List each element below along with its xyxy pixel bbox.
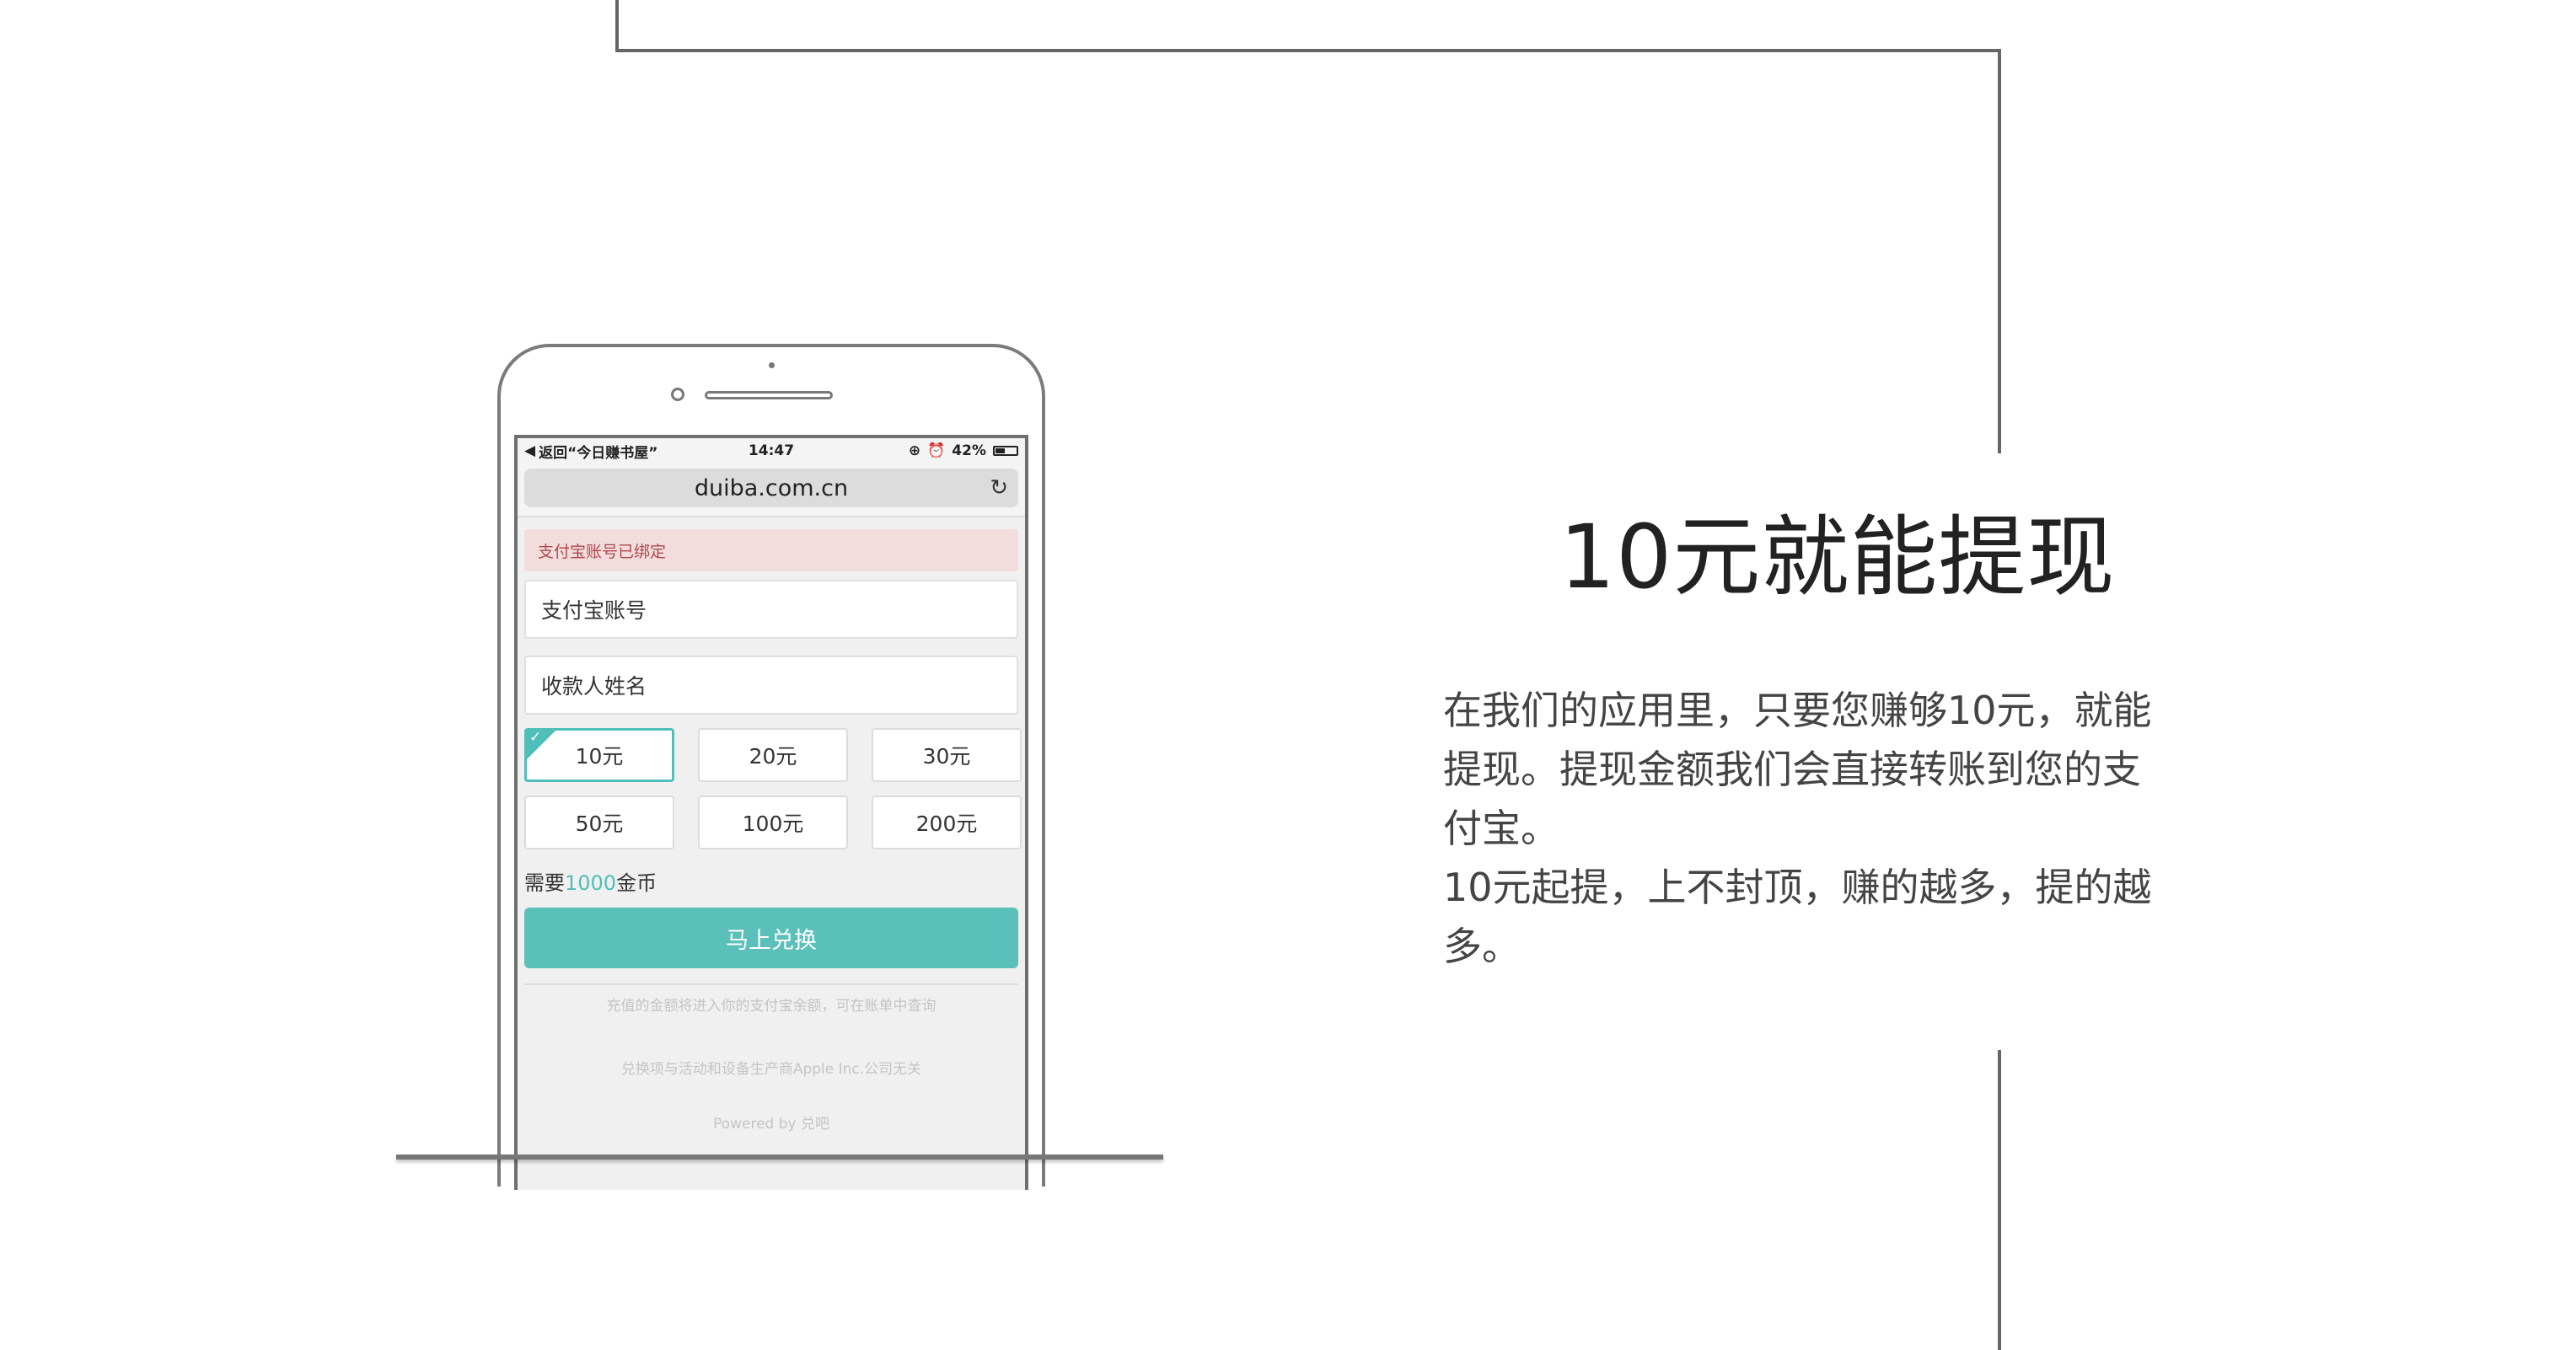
description-line: 在我们的应用里，只要您赚够10元，就能 bbox=[1443, 688, 2152, 733]
payee-name-field[interactable]: 收款人姓名 bbox=[524, 656, 1018, 715]
status-bar: ◀ 返回“今日赚书屋” 14:47 ⊕ ⏰ 42% bbox=[518, 438, 1025, 463]
description-line: 10元起提，上不封顶，赚的越多，提的越 bbox=[1443, 865, 2152, 910]
alarm-icon: ⏰ bbox=[927, 442, 946, 459]
description: 在我们的应用里，只要您赚够10元，就能 提现。提现金额我们会直接转账到您的支 付… bbox=[1443, 681, 2202, 976]
camera-dot bbox=[769, 362, 775, 368]
back-to-app-link[interactable]: ◀ 返回“今日赚书屋” bbox=[524, 441, 689, 462]
amount-option-20[interactable]: 20元 bbox=[698, 728, 848, 782]
front-camera bbox=[671, 388, 684, 401]
description-line: 多。 bbox=[1443, 924, 1521, 969]
description-line: 付宝。 bbox=[1443, 806, 1559, 851]
description-line: 提现。提现金额我们会直接转账到您的支 bbox=[1443, 747, 2141, 792]
amount-label: 30元 bbox=[922, 744, 971, 769]
amount-label: 200元 bbox=[915, 812, 978, 836]
page-title: 10元就能提现 bbox=[1559, 506, 2116, 608]
orientation-lock-icon: ⊕ bbox=[908, 442, 921, 459]
check-icon: ✓ bbox=[529, 729, 542, 746]
amount-option-200[interactable]: 200元 bbox=[872, 796, 1022, 849]
reload-icon[interactable]: ↻ bbox=[990, 475, 1008, 501]
amount-label: 50元 bbox=[575, 812, 624, 836]
amount-option-100[interactable]: 100元 bbox=[698, 796, 848, 849]
amount-label: 20元 bbox=[749, 744, 797, 769]
fine-print-disclaimer: 兑换项与活动和设备生产商Apple Inc.公司无关 bbox=[620, 1061, 922, 1078]
amount-option-10[interactable]: ✓ 10元 bbox=[524, 728, 674, 782]
coin-requirement: 需要1000金币 bbox=[524, 866, 1018, 896]
amount-label: 100元 bbox=[742, 812, 804, 836]
amount-label: 10元 bbox=[575, 744, 624, 769]
phone-screen: ◀ 返回“今日赚书屋” 14:47 ⊕ ⏰ 42% duiba.com.cn ↻ bbox=[514, 435, 1028, 1190]
need-prefix: 需要 bbox=[524, 871, 565, 895]
clock: 14:47 bbox=[748, 442, 795, 459]
frame-line-top bbox=[615, 49, 2001, 52]
need-suffix: 金币 bbox=[616, 871, 657, 895]
speaker-grille bbox=[705, 391, 833, 399]
back-label: 返回“今日赚书屋” bbox=[539, 444, 658, 462]
back-triangle-icon: ◀ bbox=[524, 442, 536, 459]
divider bbox=[524, 983, 1018, 985]
exchange-button[interactable]: 马上兑换 bbox=[524, 908, 1018, 968]
frame-line-right-lower bbox=[1998, 1050, 2001, 1350]
powered-by: Powered by 兑吧 bbox=[713, 1116, 829, 1133]
battery-percent: 42% bbox=[952, 442, 986, 459]
phone-mockup: ◀ 返回“今日赚书屋” 14:47 ⊕ ⏰ 42% duiba.com.cn ↻ bbox=[497, 344, 1045, 1190]
amount-option-50[interactable]: 50元 bbox=[524, 796, 674, 849]
address-bar[interactable]: duiba.com.cn ↻ bbox=[524, 469, 1018, 507]
browser-toolbar: duiba.com.cn ↻ bbox=[518, 463, 1025, 517]
coin-amount: 1000 bbox=[565, 871, 617, 895]
fine-print-balance: 充值的金额将进入你的支付宝余额，可在账单中查询 bbox=[606, 998, 936, 1015]
amount-option-30[interactable]: 30元 bbox=[872, 728, 1022, 782]
withdraw-form: 支付宝账号已绑定 支付宝账号 收款人姓名 ✓ 10元 20元 30元 50元 1… bbox=[518, 517, 1025, 1133]
battery-icon bbox=[992, 446, 1018, 456]
binding-notice: 支付宝账号已绑定 bbox=[524, 529, 1018, 571]
surface-line bbox=[396, 1154, 1163, 1160]
url-text: duiba.com.cn bbox=[694, 474, 849, 501]
amount-options: ✓ 10元 20元 30元 50元 100元 200元 bbox=[524, 728, 1022, 849]
status-icons: ⊕ ⏰ 42% bbox=[854, 442, 1018, 459]
page: ◀ 返回“今日赚书屋” 14:47 ⊕ ⏰ 42% duiba.com.cn ↻ bbox=[0, 0, 2576, 1350]
alipay-account-field[interactable]: 支付宝账号 bbox=[524, 580, 1018, 639]
frame-line-left bbox=[615, 0, 619, 52]
frame-line-right-upper bbox=[1998, 49, 2001, 453]
